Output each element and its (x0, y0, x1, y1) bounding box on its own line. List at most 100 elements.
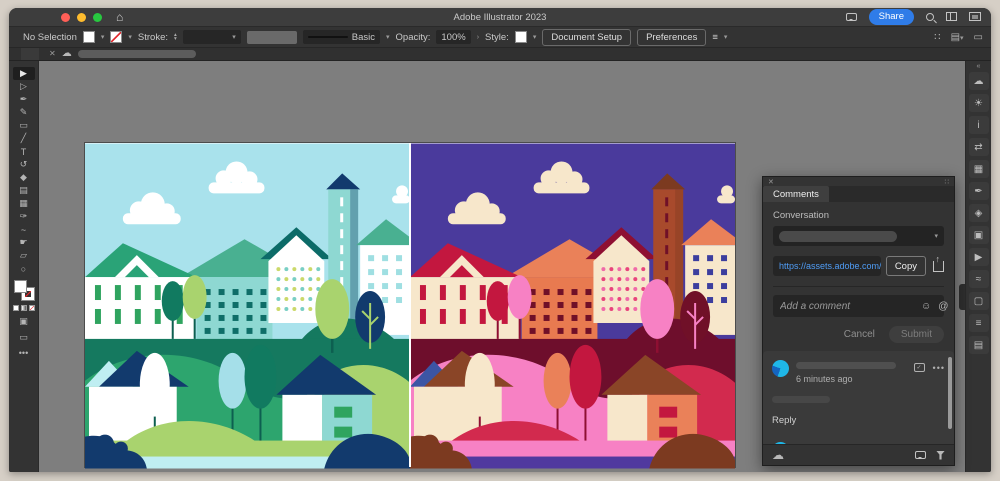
stroke-weight-select[interactable]: ▾ (183, 30, 241, 44)
style-swatch[interactable] (515, 31, 527, 43)
artboards-panel-icon[interactable]: ▣ (969, 226, 989, 244)
shaper-tool[interactable]: ◆ (13, 171, 35, 184)
gradient-tool[interactable]: ▦ (13, 197, 35, 210)
app-window: ⌂ Adobe Illustrator 2023 Share No Select… (9, 8, 991, 472)
layers-panel-icon[interactable]: ◈ (969, 204, 989, 222)
titlebar: ⌂ Adobe Illustrator 2023 Share (9, 8, 991, 26)
draw-mode-icon[interactable]: ▣ (19, 316, 28, 327)
screen-mode-icon[interactable] (969, 12, 981, 21)
appearance-panel-icon[interactable]: ≈ (969, 270, 989, 288)
avatar (772, 442, 789, 444)
zoom-window-button[interactable] (93, 13, 102, 22)
selection-tool[interactable]: ▶ (13, 67, 35, 80)
type-tool[interactable]: T (13, 145, 35, 158)
workspace-switcher-icon[interactable] (946, 12, 957, 21)
scrollbar[interactable] (948, 357, 952, 429)
hand-tool[interactable]: ☛ (13, 236, 35, 249)
share-export-icon[interactable] (933, 261, 944, 272)
search-icon[interactable] (926, 13, 934, 21)
align-panel-icon[interactable]: ≡ (969, 314, 989, 332)
artboard-tool[interactable]: ▱ (13, 249, 35, 262)
swatches-panel-icon[interactable]: ⇄ (969, 138, 989, 156)
add-comment-field[interactable]: ☺ @ (773, 295, 944, 317)
color-panel-icon[interactable]: ☀ (969, 94, 989, 112)
stroke-weight-stepper[interactable]: ▴▾ (174, 33, 177, 41)
libraries-panel-icon[interactable]: ☁ (969, 72, 989, 90)
screen-mode-button-icon[interactable]: ▭ (19, 332, 28, 343)
grid-options-icon[interactable]: ∷ (934, 32, 940, 43)
more-options-icon[interactable]: ••• (933, 363, 945, 373)
share-button[interactable]: Share (869, 9, 914, 24)
comment-row[interactable]: ✓ ••• (772, 442, 945, 444)
curvature-tool[interactable]: ✎ (13, 106, 35, 119)
submit-button[interactable]: Submit (889, 326, 944, 343)
none-mode-button[interactable] (29, 305, 35, 311)
pen-tool[interactable]: ✒ (13, 93, 35, 106)
collapsed-panel-handle[interactable] (959, 284, 965, 310)
stroke-chevron-icon[interactable]: ▾ (128, 33, 132, 41)
cancel-button[interactable]: Cancel (844, 329, 875, 340)
eyedropper-tool[interactable]: ✑ (13, 210, 35, 223)
document-setup-button[interactable]: Document Setup (542, 29, 631, 46)
fill-chip[interactable] (14, 280, 27, 293)
arrange-documents-icon[interactable]: ▤▾ (951, 32, 964, 43)
opacity-submenu-icon[interactable]: › (477, 34, 479, 41)
preferences-button[interactable]: Preferences (637, 29, 706, 46)
stroke-swatch[interactable] (110, 31, 122, 43)
rotate-tool[interactable]: ↺ (13, 158, 35, 171)
tab-comments[interactable]: Comments (763, 186, 829, 202)
artboard[interactable] (84, 142, 736, 468)
actions-panel-icon[interactable]: ▶ (969, 248, 989, 266)
blend-tool[interactable]: ~ (13, 223, 35, 236)
share-link[interactable]: https://assets.adobe.com/id/ur... (773, 256, 881, 276)
copy-button[interactable]: Copy (886, 256, 926, 276)
comment-text-redacted (772, 396, 830, 403)
color-guide-panel-icon[interactable]: i (969, 116, 989, 134)
align-chevron-icon[interactable]: ▾ (724, 33, 728, 41)
cloud-sync-icon[interactable]: ☁ (772, 449, 784, 461)
color-mode-button[interactable] (13, 305, 19, 311)
home-icon[interactable]: ⌂ (116, 11, 123, 23)
pathfinder-panel-icon[interactable]: ▤ (969, 336, 989, 354)
conversation-select[interactable]: ▾ (773, 226, 944, 246)
reply-link[interactable]: Reply (772, 415, 945, 426)
fill-stroke-indicator[interactable] (14, 280, 34, 300)
add-comment-input[interactable] (780, 301, 914, 312)
comments-list: 6 minutes ago ✓ ••• Reply ✓ ••• (763, 351, 954, 444)
filter-icon[interactable] (936, 451, 945, 460)
zoom-tool[interactable]: ○ (13, 262, 35, 275)
gradient-mode-button[interactable] (21, 305, 27, 311)
document-title-redacted[interactable] (78, 50, 196, 58)
brush-select[interactable]: Basic (303, 30, 380, 44)
emoji-icon[interactable]: ☺ (921, 301, 931, 312)
panel-drag-icon[interactable]: ∷ (945, 178, 949, 186)
document-tab-bar: ✕ ☁ (9, 48, 991, 61)
style-chevron-icon[interactable]: ▾ (533, 33, 537, 41)
gradient-panel-icon[interactable]: ▦ (969, 160, 989, 178)
mesh-tool[interactable]: ▤ (13, 184, 35, 197)
panel-menu-icon[interactable]: ▭ (974, 32, 983, 43)
comment-row[interactable]: 6 minutes ago ✓ ••• (772, 360, 945, 384)
fill-swatch[interactable] (83, 31, 95, 43)
stroke-panel-icon[interactable]: ✒ (969, 182, 989, 200)
transform-panel-icon[interactable]: ▢ (969, 292, 989, 310)
brush-chevron-icon[interactable]: ▾ (386, 33, 390, 41)
comments-icon[interactable] (846, 13, 857, 21)
resolve-comment-icon[interactable]: ✓ (914, 363, 925, 372)
tab-close-icon[interactable]: ✕ (49, 50, 56, 58)
expand-panels-icon[interactable]: « (977, 63, 981, 70)
line-tool[interactable]: ╱ (13, 132, 35, 145)
variable-width-profile[interactable] (247, 31, 297, 44)
rectangle-tool[interactable]: ▭ (13, 119, 35, 132)
fill-chevron-icon[interactable]: ▾ (101, 33, 105, 41)
mention-icon[interactable]: @ (938, 301, 948, 312)
toggle-comments-icon[interactable] (915, 451, 926, 459)
close-window-button[interactable] (61, 13, 70, 22)
conversation-label: Conversation (773, 210, 944, 221)
panel-close-icon[interactable]: ✕ (768, 178, 774, 186)
edit-toolbar-icon[interactable]: ••• (19, 348, 28, 358)
opacity-value[interactable]: 100% (436, 30, 470, 44)
direct-selection-tool[interactable]: ▷ (13, 80, 35, 93)
align-options-icon[interactable]: ≡ (712, 32, 718, 43)
minimize-window-button[interactable] (77, 13, 86, 22)
